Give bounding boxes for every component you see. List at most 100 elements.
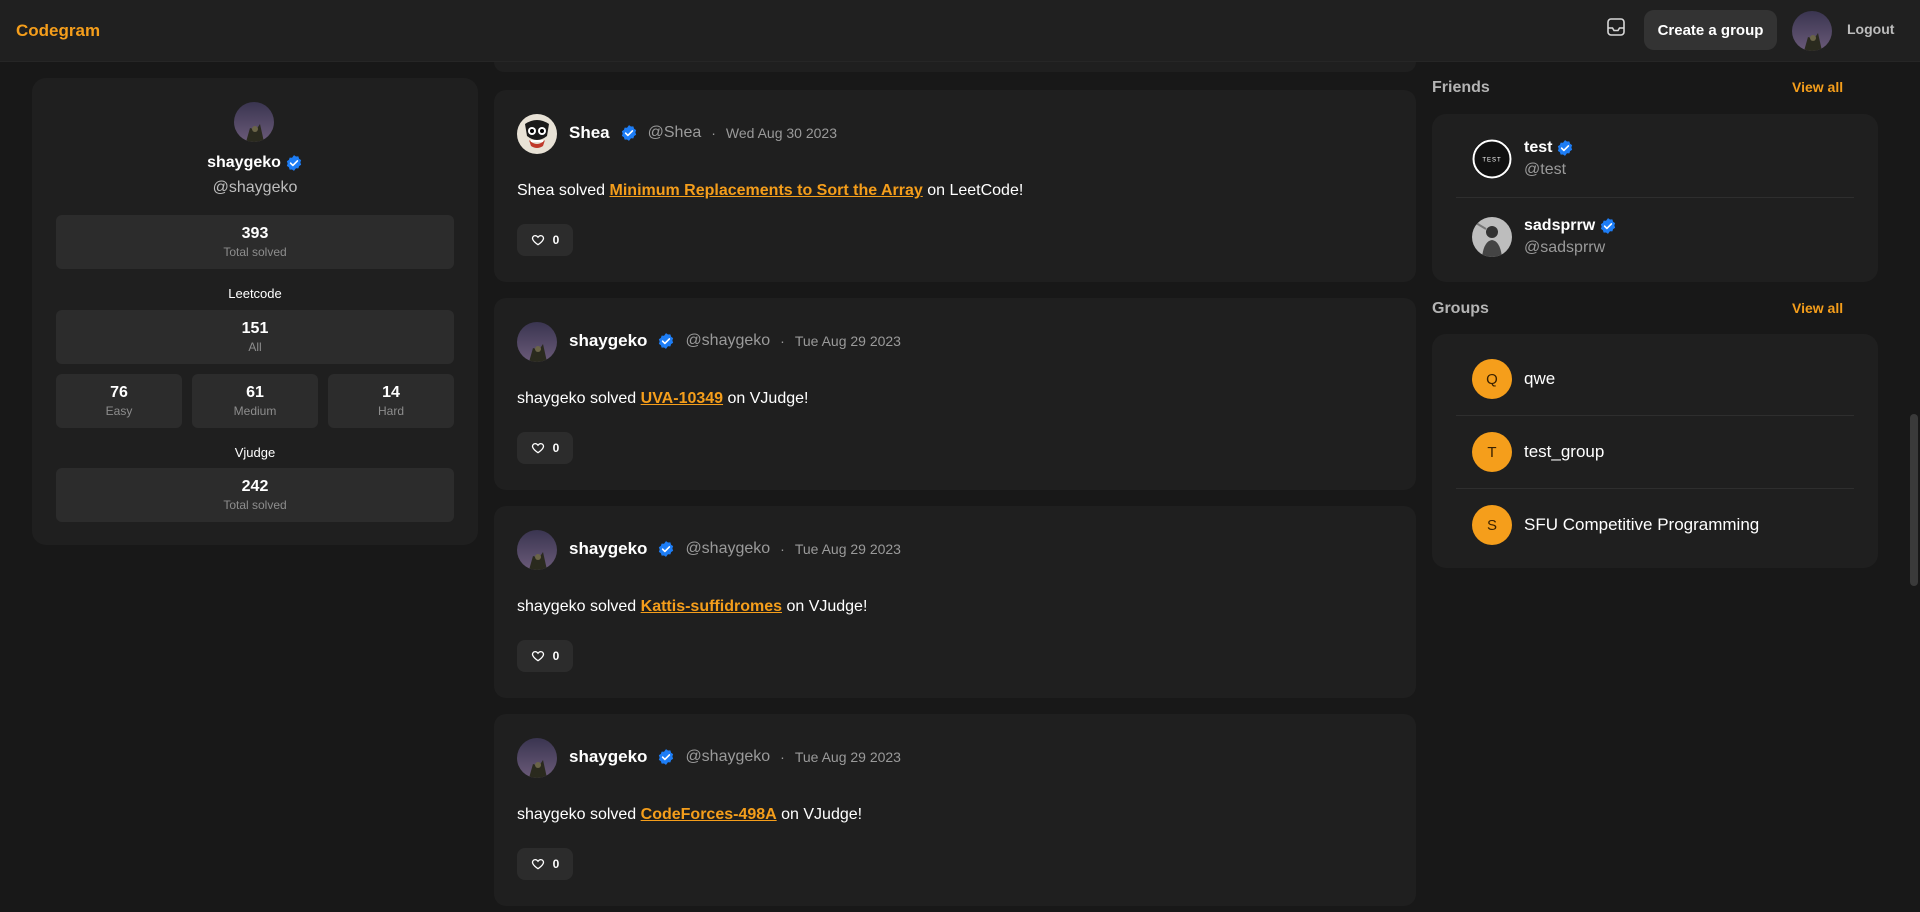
create-group-button[interactable]: Create a group (1644, 10, 1777, 50)
post-avatar[interactable] (517, 530, 557, 570)
friend-avatar[interactable] (1472, 217, 1512, 257)
like-button[interactable]: 0 (517, 224, 573, 256)
stat-label: All (248, 340, 262, 354)
problem-link[interactable]: UVA-10349 (641, 390, 723, 407)
post-header: Shea @Shea · Wed Aug 30 2023 (569, 123, 837, 143)
post-text-suffix: on VJudge! (782, 598, 868, 615)
divider (1456, 197, 1854, 198)
post-header: shaygeko @shaygeko · Tue Aug 29 2023 (569, 747, 901, 767)
post-body: shaygeko solved CodeForces-498A on VJudg… (517, 806, 862, 824)
profile-avatar[interactable] (234, 102, 274, 142)
friend-name-row: sadsprrw (1524, 217, 1617, 235)
profile-handle: @shaygeko (212, 179, 298, 196)
like-count: 0 (552, 857, 560, 871)
divider (1456, 415, 1854, 416)
group-name[interactable]: test_group (1524, 442, 1604, 462)
groups-card: Q qwe T test_group S SFU Competitive Pro… (1432, 334, 1878, 568)
group-item[interactable]: T test_group (1456, 417, 1854, 487)
leetcode-hard-stat: 14 Hard (328, 374, 454, 428)
brand-logo[interactable]: Codegram (16, 21, 100, 41)
divider (1456, 488, 1854, 489)
friends-title: Friends (1432, 79, 1490, 96)
friend-text: sadsprrw @sadsprrw (1524, 217, 1617, 257)
profile-card: shaygeko @shaygeko 393 Total solved Leet… (32, 78, 478, 545)
group-item[interactable]: S SFU Competitive Programming (1456, 490, 1854, 560)
post-date: Wed Aug 30 2023 (725, 125, 837, 141)
friend-handle: @sadsprrw (1524, 239, 1606, 256)
group-avatar[interactable]: Q (1472, 359, 1512, 399)
post-body: Shea solved Minimum Replacements to Sort… (517, 182, 1023, 200)
post-text-suffix: on VJudge! (723, 390, 809, 407)
like-button[interactable]: 0 (517, 848, 573, 880)
top-navbar: Codegram Create a group Logout (0, 0, 1920, 62)
group-item[interactable]: Q qwe (1456, 344, 1854, 414)
post-text: Shea solved (517, 182, 610, 199)
stat-value: 14 (382, 384, 400, 401)
scrollbar-thumb[interactable] (1910, 414, 1918, 586)
verified-badge-icon (620, 124, 638, 142)
friend-name[interactable]: sadsprrw (1524, 217, 1595, 235)
like-button[interactable]: 0 (517, 640, 573, 672)
post-author-handle[interactable]: @Shea (648, 124, 702, 142)
separator-dot: · (780, 333, 785, 349)
post-text: shaygeko solved (517, 806, 641, 823)
profile-name[interactable]: shaygeko (207, 154, 281, 172)
heart-icon (531, 858, 544, 870)
friend-avatar[interactable]: TEST (1472, 139, 1512, 179)
group-avatar[interactable]: S (1472, 505, 1512, 545)
post-date: Tue Aug 29 2023 (794, 333, 901, 349)
logout-link[interactable]: Logout (1847, 21, 1894, 37)
like-count: 0 (552, 233, 560, 247)
post-author-name[interactable]: Shea (569, 123, 610, 143)
post-text: shaygeko solved (517, 598, 641, 615)
previous-post-edge (494, 62, 1416, 72)
group-avatar[interactable]: T (1472, 432, 1512, 472)
post-author-handle[interactable]: @shaygeko (685, 748, 770, 766)
friends-view-all-link[interactable]: View all (1792, 79, 1843, 95)
problem-link[interactable]: CodeForces-498A (641, 806, 777, 823)
groups-view-all-link[interactable]: View all (1792, 300, 1843, 316)
stat-label: Total solved (223, 498, 287, 512)
post-avatar[interactable] (517, 322, 557, 362)
feed-post: shaygeko @shaygeko · Tue Aug 29 2023 sha… (494, 506, 1416, 698)
post-body: shaygeko solved Kattis-suffidromes on VJ… (517, 598, 867, 616)
group-name[interactable]: qwe (1524, 369, 1555, 389)
problem-link[interactable]: Kattis-suffidromes (641, 598, 782, 615)
stat-label: Hard (377, 404, 404, 418)
post-avatar[interactable] (517, 114, 557, 154)
heart-icon (531, 234, 544, 246)
heart-icon (531, 650, 544, 662)
post-author-handle[interactable]: @shaygeko (685, 540, 770, 558)
groups-title: Groups (1432, 300, 1489, 317)
verified-badge-icon (657, 540, 675, 558)
post-header: shaygeko @shaygeko · Tue Aug 29 2023 (569, 331, 901, 351)
friends-card: TEST test @test sadsprrw @sadsprrw (1432, 114, 1878, 282)
friend-item[interactable]: TEST test @test (1456, 124, 1854, 194)
post-text: shaygeko solved (517, 390, 641, 407)
user-avatar[interactable] (1792, 11, 1832, 51)
friend-item[interactable]: sadsprrw @sadsprrw (1456, 202, 1854, 272)
post-avatar[interactable] (517, 738, 557, 778)
post-author-name[interactable]: shaygeko (569, 331, 647, 351)
heart-icon (531, 442, 544, 454)
friend-handle: @test (1524, 161, 1567, 178)
stat-value: 393 (241, 225, 269, 242)
post-author-name[interactable]: shaygeko (569, 747, 647, 767)
feed-post: shaygeko @shaygeko · Tue Aug 29 2023 sha… (494, 714, 1416, 906)
friend-name[interactable]: test (1524, 139, 1552, 157)
stat-value: 61 (246, 384, 264, 401)
like-count: 0 (552, 441, 560, 455)
leetcode-all-stat: 151 All (56, 310, 454, 364)
post-author-handle[interactable]: @shaygeko (685, 332, 770, 350)
like-button[interactable]: 0 (517, 432, 573, 464)
separator-dot: · (711, 125, 716, 141)
group-name[interactable]: SFU Competitive Programming (1524, 515, 1759, 535)
inbox-icon[interactable] (1604, 15, 1628, 39)
verified-badge-icon (1556, 139, 1574, 157)
post-author-name[interactable]: shaygeko (569, 539, 647, 559)
verified-badge-icon (657, 748, 675, 766)
profile-name-row: shaygeko (32, 154, 478, 172)
post-text-suffix: on VJudge! (776, 806, 863, 823)
problem-link[interactable]: Minimum Replacements to Sort the Array (610, 182, 923, 199)
separator-dot: · (780, 541, 785, 557)
